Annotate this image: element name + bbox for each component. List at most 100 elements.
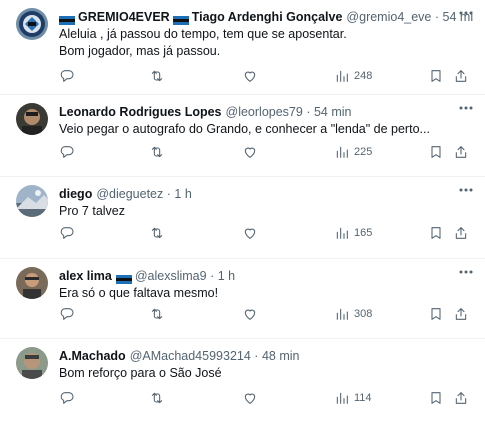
like-button[interactable] [242,306,258,322]
handle[interactable]: @alexslima9 [135,269,207,283]
like-button[interactable] [242,144,258,160]
action-bar: 114 [59,389,473,407]
heart-icon [244,147,256,158]
reply-feed: GREMIO4EVER Tiago Ardenghi Gonçalve @gre… [0,0,485,423]
retweet-button[interactable] [149,225,165,241]
retweet-icon [151,392,163,404]
avatar[interactable] [16,267,48,299]
display-name[interactable]: diego [59,186,92,202]
views-count: 248 [354,70,373,82]
retweet-button[interactable] [149,390,165,406]
separator: · [166,187,171,201]
gremio-flag-icon [115,272,132,284]
tweet-2[interactable]: Leonardo Rodrigues Lopes @leorlopes79 · … [0,95,485,177]
display-name[interactable]: Leonardo Rodrigues Lopes [59,104,222,120]
reply-button[interactable] [59,144,75,160]
views-button[interactable]: 225 [334,144,372,160]
views-button[interactable]: 165 [334,225,372,241]
retweet-button[interactable] [149,306,165,322]
more-horizontal-icon[interactable] [457,183,475,197]
views-icon [336,227,348,239]
display-name[interactable]: A.Machado [59,348,126,364]
bookmark-button[interactable] [428,144,444,160]
views-button[interactable]: 308 [334,306,372,322]
views-count: 165 [354,227,373,239]
avatar[interactable] [16,103,48,135]
tweet-text-line: Veio pegar o autografo do Grando, e conh… [59,122,430,136]
retweet-button[interactable] [149,144,165,160]
timestamp[interactable]: 1 h [174,187,191,201]
more-horizontal-icon[interactable] [457,101,475,115]
share-icon [455,308,467,320]
share-button[interactable] [453,225,469,241]
bookmark-icon [431,146,441,158]
heart-icon [244,71,256,82]
avatar[interactable] [16,8,48,40]
reply-button[interactable] [59,68,75,84]
share-button[interactable] [453,144,469,160]
handle[interactable]: @gremio4_eve [346,10,431,24]
action-bar: 165 [59,224,473,242]
like-button[interactable] [242,225,258,241]
share-icon [455,70,467,82]
reply-button[interactable] [59,390,75,406]
more-horizontal-icon[interactable] [457,265,475,279]
bookmark-icon [431,227,441,239]
tweet-3[interactable]: diego @dieguetez · 1 h Pro 7 talvez 165 [0,177,485,259]
views-button[interactable]: 114 [334,390,372,406]
views-count: 308 [354,308,373,320]
reply-icon [60,308,74,320]
bookmark-icon [431,70,441,82]
tweet-text-line: Bom jogador, mas já passou. [59,44,221,58]
views-button[interactable]: 248 [334,68,372,84]
display-name[interactable]: alex lima [59,268,112,284]
retweet-icon [151,308,163,320]
share-icon [455,392,467,404]
share-button[interactable] [453,68,469,84]
share-button[interactable] [453,390,469,406]
retweet-icon [151,146,163,158]
bookmark-button[interactable] [428,68,444,84]
handle[interactable]: @AMachad45993214 [130,349,251,363]
handle-and-time: @gremio4_eve · 54 min [346,9,473,25]
bookmark-button[interactable] [428,306,444,322]
like-button[interactable] [242,390,258,406]
display-name[interactable]: GREMIO4EVER [78,9,170,25]
timestamp[interactable]: 54 min [314,105,352,119]
handle[interactable]: @leorlopes79 [226,105,303,119]
separator: · [434,10,440,24]
reply-button[interactable] [59,306,75,322]
timestamp[interactable]: 1 h [218,269,235,283]
bookmark-button[interactable] [428,390,444,406]
display-name-suffix[interactable]: Tiago Ardenghi Gonçalve [192,9,343,25]
retweet-button[interactable] [149,68,165,84]
views-count: 114 [354,392,372,404]
share-icon [455,227,467,239]
tweet-4[interactable]: alex lima @alexslima9 · 1 h Era só o que… [0,259,485,339]
avatar[interactable] [16,347,48,379]
separator: · [306,105,311,119]
separator: · [254,349,259,363]
reply-icon [60,146,74,158]
like-button[interactable] [242,68,258,84]
handle[interactable]: @dieguetez [96,187,163,201]
tweet-text-line: Pro 7 talvez [59,204,126,218]
reply-icon [60,70,74,82]
views-icon [336,70,348,82]
avatar[interactable] [16,185,48,217]
bookmark-button[interactable] [428,225,444,241]
tweet-1[interactable]: GREMIO4EVER Tiago Ardenghi Gonçalve @gre… [0,0,485,95]
action-bar: 225 [59,143,473,161]
reply-icon [60,227,74,239]
tweet-text-line: Aleluia , já passou do tempo, tem que se… [59,27,347,41]
separator: · [210,269,215,283]
retweet-icon [151,70,163,82]
more-horizontal-icon[interactable] [457,6,475,20]
share-icon [455,146,467,158]
timestamp[interactable]: 48 min [262,349,300,363]
tweet-5[interactable]: A.Machado @AMachad45993214 · 48 min Bom … [0,339,485,423]
gremio-flag-icon [172,13,189,25]
views-icon [336,392,348,404]
share-button[interactable] [453,306,469,322]
reply-button[interactable] [59,225,75,241]
